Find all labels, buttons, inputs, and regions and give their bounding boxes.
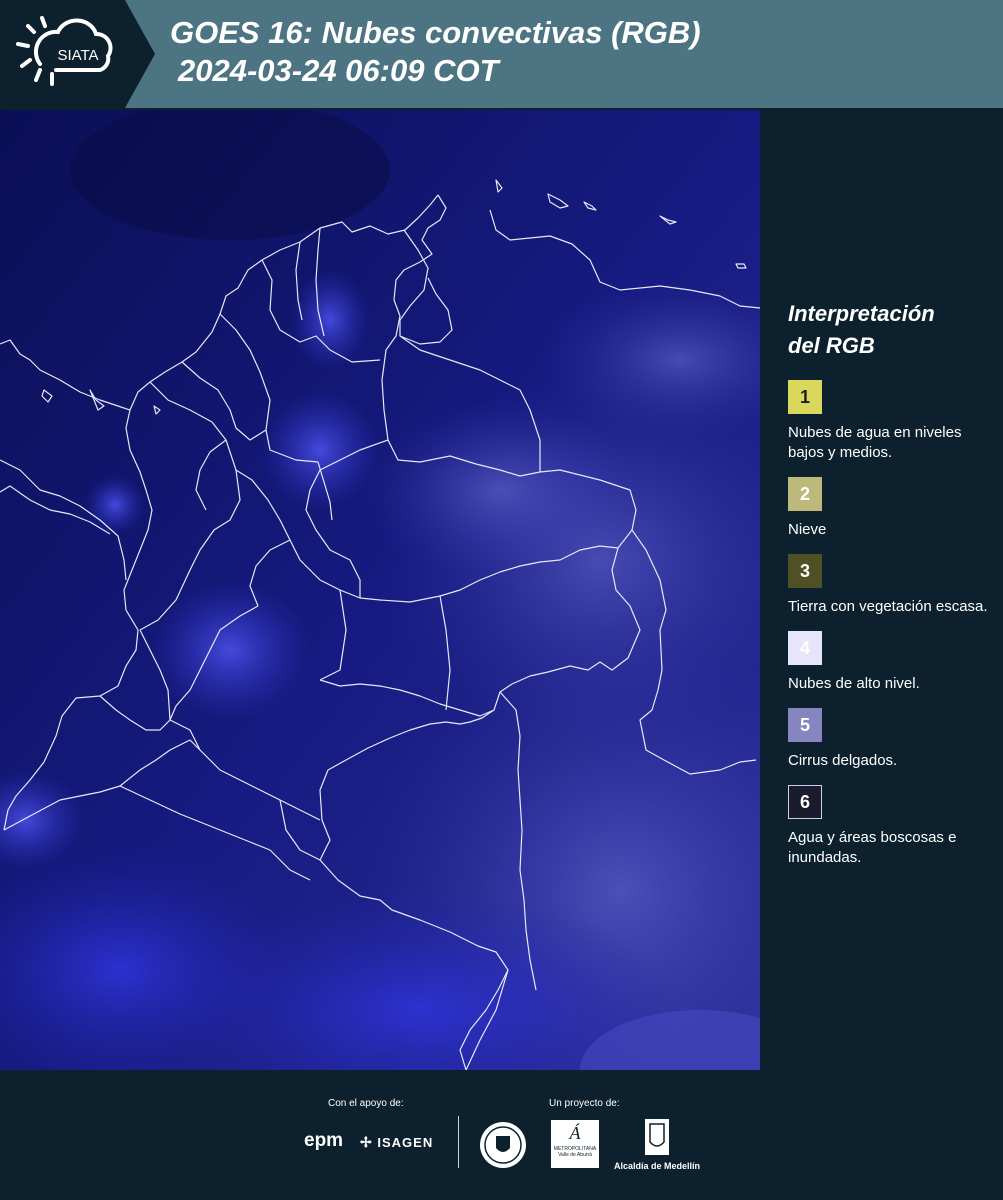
legend-number: 6	[799, 791, 810, 812]
siata-logo: SIATA	[0, 0, 155, 108]
legend-number: 2	[799, 483, 810, 504]
title-line-1: GOES 16: Nubes convectivas (RGB)	[170, 15, 701, 50]
isagen-mark-icon: ✢	[360, 1134, 373, 1150]
epm-logo: epm	[304, 1130, 343, 1152]
title-line-2: 2024-03-24 06:09 COT	[178, 53, 499, 88]
epm-logo-text: epm	[304, 1130, 344, 1151]
legend-swatch: 2	[788, 477, 822, 511]
legend-item: 5 Cirrus delgados.	[788, 708, 988, 771]
legend-swatch: 3	[788, 554, 822, 588]
legend-swatch: 5	[788, 708, 822, 742]
legend-title-line-1: Interpretación	[788, 301, 935, 326]
medellin-seal-icon	[480, 1122, 526, 1168]
alcaldia-logo-text: Alcaldía de Medellín	[613, 1161, 701, 1171]
legend-item: 3 Tierra con vegetación escasa.	[788, 554, 988, 617]
satellite-map	[0, 110, 760, 1070]
legend-label: Tierra con vegetación escasa.	[788, 598, 988, 615]
area-logo-mark-icon: Á	[569, 1123, 581, 1143]
legend-item: 4 Nubes de alto nivel.	[788, 631, 988, 694]
rgb-legend: Interpretación del RGB 1 Nubes de agua e…	[788, 298, 988, 882]
legend-number: 5	[799, 714, 810, 735]
area-metropolitana-logo: Á METROPOLITANA Valle de Aburrá	[551, 1120, 599, 1168]
siata-logo-text: SIATA	[57, 47, 98, 64]
legend-label: Nieve	[788, 521, 827, 538]
isagen-logo: ✢ ISAGEN	[360, 1134, 433, 1151]
support-label: Con el apoyo de:	[328, 1098, 404, 1109]
legend-swatch: 1	[788, 380, 822, 414]
legend-label: Cirrus delgados.	[788, 752, 898, 769]
legend-swatch: 4	[788, 631, 822, 665]
isagen-logo-text: ISAGEN	[377, 1135, 434, 1150]
alcaldia-logo: Alcaldía de Medellín	[612, 1118, 702, 1171]
header-bar: SIATA GOES 16: Nubes convectivas (RGB) 2…	[0, 0, 1003, 108]
footer-divider	[458, 1116, 459, 1168]
footer: Con el apoyo de: Un proyecto de: epm ✢ I…	[0, 1070, 1003, 1200]
legend-item: 6 Agua y áreas boscosas e inundadas.	[788, 785, 988, 868]
legend-number: 4	[799, 637, 810, 658]
legend-label: Nubes de alto nivel.	[788, 675, 920, 692]
legend-title: Interpretación del RGB	[788, 298, 988, 362]
alcaldia-shield-icon	[645, 1119, 669, 1155]
rgb-satellite-image	[0, 110, 760, 1070]
project-label: Un proyecto de:	[549, 1098, 620, 1109]
area-logo-text: METROPOLITANA Valle de Aburrá	[553, 1146, 597, 1158]
legend-swatch: 6	[788, 785, 822, 819]
legend-label: Agua y áreas boscosas e inundadas.	[788, 829, 957, 866]
legend-number: 1	[799, 386, 810, 407]
legend-title-line-2: del RGB	[788, 333, 875, 358]
legend-number: 3	[799, 560, 810, 581]
legend-item: 1 Nubes de agua en niveles bajos y medio…	[788, 380, 988, 463]
page-title: GOES 16: Nubes convectivas (RGB) 2024-03…	[170, 14, 701, 90]
legend-label: Nubes de agua en niveles bajos y medios.	[788, 424, 962, 461]
legend-item: 2 Nieve	[788, 477, 988, 540]
